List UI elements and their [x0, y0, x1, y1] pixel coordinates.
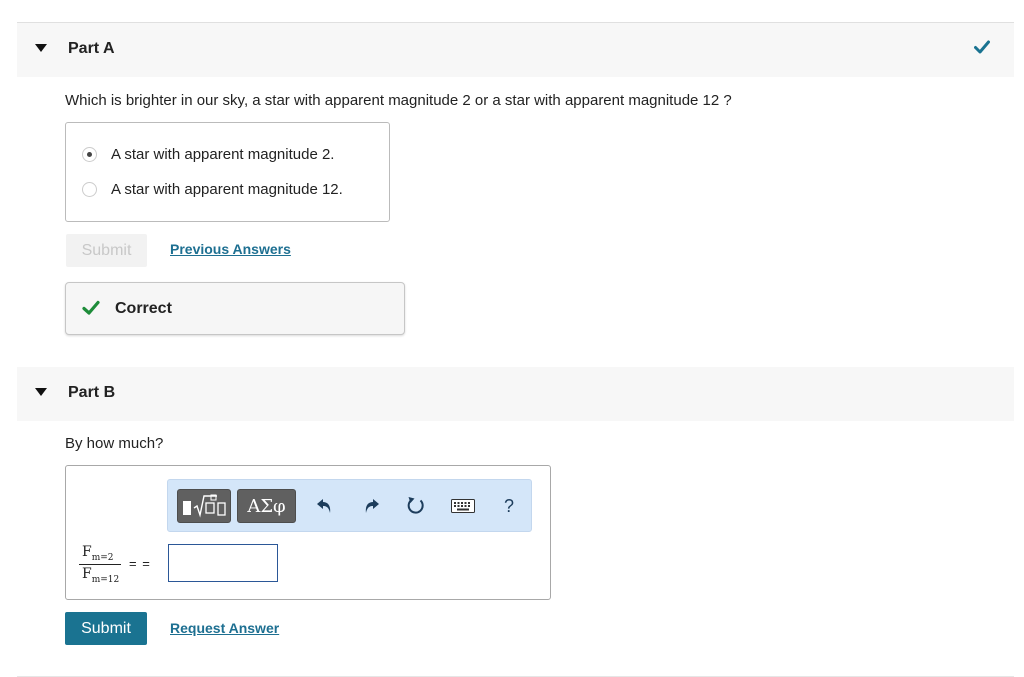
- check-icon: [974, 40, 990, 59]
- choice-label: A star with apparent magnitude 12.: [111, 180, 343, 198]
- math-toolbar: ΑΣφ ?: [167, 479, 532, 532]
- request-answer-link[interactable]: Request Answer: [170, 620, 279, 636]
- feedback-correct: Correct: [65, 282, 405, 335]
- choice-label: A star with apparent magnitude 2.: [111, 145, 335, 163]
- fraction-denominator: Fm=12: [82, 565, 120, 585]
- previous-answers-link[interactable]: Previous Answers: [170, 241, 291, 257]
- undo-icon[interactable]: [314, 495, 336, 517]
- ratio-fraction: Fm=2 Fm=12: [79, 544, 122, 585]
- help-button[interactable]: ?: [498, 495, 520, 517]
- submit-button[interactable]: Submit: [65, 612, 147, 645]
- radio-button[interactable]: [82, 181, 97, 197]
- symbols-button[interactable]: ΑΣφ: [237, 489, 296, 523]
- part-b-question: By how much?: [65, 435, 164, 452]
- fraction-numerator: Fm=2: [79, 544, 122, 565]
- templates-icon[interactable]: [177, 489, 231, 523]
- part-a-question: Which is brighter in our sky, a star wit…: [65, 92, 732, 109]
- equals-sign: = =: [129, 556, 151, 571]
- part-b-title: Part B: [68, 384, 116, 401]
- collapse-triangle-icon[interactable]: [35, 44, 47, 52]
- part-a-title: Part A: [68, 40, 115, 57]
- choice-group: A star with apparent magnitude 2. A star…: [65, 122, 390, 222]
- choice-magnitude-12[interactable]: A star with apparent magnitude 12.: [82, 179, 343, 199]
- feedback-label: Correct: [115, 300, 172, 317]
- submit-button-disabled[interactable]: Submit: [66, 234, 147, 267]
- reset-icon[interactable]: [405, 495, 427, 517]
- keyboard-icon[interactable]: [450, 495, 476, 517]
- correct-check-icon: [82, 300, 100, 321]
- answer-area: ΑΣφ ? Fm=2 Fm=12 = =: [65, 465, 551, 600]
- radio-button-selected[interactable]: [82, 146, 97, 162]
- part-a-header[interactable]: Part A: [17, 23, 1014, 77]
- collapse-triangle-icon[interactable]: [35, 388, 47, 396]
- choice-magnitude-2[interactable]: A star with apparent magnitude 2.: [82, 144, 334, 164]
- answer-input[interactable]: [168, 544, 278, 582]
- part-b-header[interactable]: Part B: [17, 367, 1014, 421]
- redo-icon[interactable]: [360, 495, 382, 517]
